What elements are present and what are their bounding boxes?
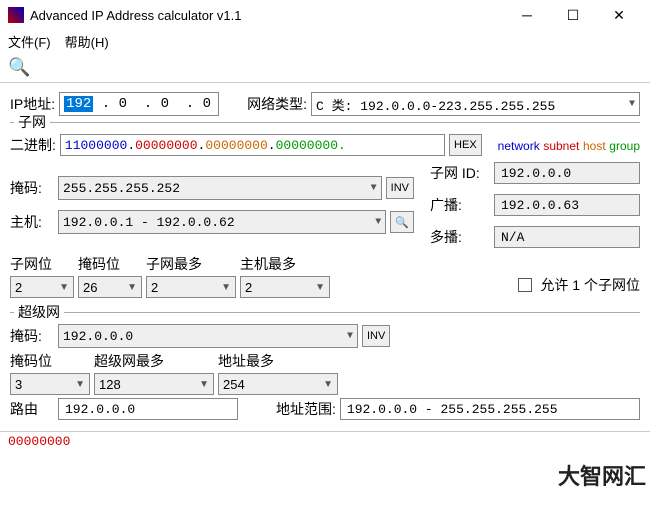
super-maskbits-select[interactable]: 3▼ (10, 373, 90, 395)
status-text: 00000000 (8, 434, 70, 449)
chevron-down-icon: ▼ (75, 379, 85, 390)
super-max-select[interactable]: 128▼ (94, 373, 214, 395)
super-addr-select[interactable]: 254▼ (218, 373, 338, 395)
subnetid-value: 192.0.0.0 (494, 162, 640, 184)
menu-file[interactable]: 文件(F) (8, 32, 51, 51)
subnet-bits-label: 子网位 (10, 254, 74, 274)
search-icon: 🔍 (395, 216, 409, 229)
ip-oct3[interactable]: 0 (161, 96, 169, 112)
ip-input[interactable]: 192 . 0 . 0 . 0 (59, 92, 219, 116)
broadcast-label: 广播: (430, 195, 490, 215)
maximize-button[interactable]: ☐ (550, 0, 596, 30)
multicast-value: N/A (494, 226, 640, 248)
subnetid-label: 子网 ID: (430, 163, 490, 183)
mask-label: 掩码: (10, 178, 54, 198)
chevron-down-icon: ▼ (315, 282, 325, 293)
addr-range-label: 地址范围: (276, 399, 336, 419)
chevron-down-icon: ▼ (375, 217, 381, 228)
ip-oct2[interactable]: 0 (119, 96, 127, 112)
lookup-button[interactable]: 🔍 (390, 211, 414, 233)
chevron-down-icon: ▼ (59, 282, 69, 293)
hex-button[interactable]: HEX (449, 134, 482, 156)
route-value: 192.0.0.0 (58, 398, 238, 420)
addr-range-value: 192.0.0.0 - 255.255.255.255 (340, 398, 640, 420)
chevron-down-icon: ▼ (221, 282, 231, 293)
statusbar: 00000000 (0, 431, 650, 451)
super-mask-select[interactable]: 192.0.0.0 ▼ (58, 324, 358, 348)
supernet-legend: 超级网 (14, 302, 64, 322)
ip-label: IP地址: (10, 94, 55, 114)
super-maskbits-label: 掩码位 (10, 351, 90, 371)
minimize-button[interactable]: ─ (504, 0, 550, 30)
super-mask-label: 掩码: (10, 326, 54, 346)
chevron-down-icon: ▼ (323, 379, 333, 390)
allow-checkbox[interactable] (518, 278, 532, 292)
chevron-down-icon: ▼ (629, 99, 635, 110)
broadcast-value: 192.0.0.63 (494, 194, 640, 216)
mask-select[interactable]: 255.255.255.252 ▼ (58, 176, 382, 200)
super-max-label: 超级网最多 (94, 351, 214, 371)
color-legend: network subnet host group (498, 138, 640, 153)
chevron-down-icon: ▼ (347, 331, 353, 342)
max-subnets-label: 子网最多 (146, 254, 236, 274)
watermark: 大智网汇 (558, 459, 646, 491)
binary-display: 11000000.00000000.00000000.00000000. (60, 134, 445, 156)
ip-oct4[interactable]: 0 (203, 96, 211, 112)
host-label: 主机: (10, 212, 54, 232)
max-hosts-select[interactable]: 2▼ (240, 276, 330, 298)
max-subnets-select[interactable]: 2▼ (146, 276, 236, 298)
toolbar: 🔍 (0, 53, 650, 83)
menubar: 文件(F) 帮助(H) (0, 30, 650, 53)
nettype-label: 网络类型: (247, 94, 307, 114)
allow-checkbox-row[interactable]: 允许 1 个子网位 (518, 275, 640, 295)
allow-label: 允许 1 个子网位 (540, 275, 640, 295)
app-icon (8, 7, 24, 23)
super-inv-button[interactable]: INV (362, 325, 390, 347)
mask-bits-label: 掩码位 (78, 254, 142, 274)
nettype-select[interactable]: C 类: 192.0.0.0-223.255.255.255 ▼ (311, 92, 640, 116)
search-icon[interactable]: 🔍 (8, 57, 30, 77)
multicast-label: 多播: (430, 227, 490, 247)
chevron-down-icon: ▼ (371, 183, 377, 194)
menu-help[interactable]: 帮助(H) (65, 32, 109, 51)
max-hosts-label: 主机最多 (240, 254, 330, 274)
inv-button[interactable]: INV (386, 177, 414, 199)
chevron-down-icon: ▼ (127, 282, 137, 293)
binary-label: 二进制: (10, 135, 56, 155)
chevron-down-icon: ▼ (199, 379, 209, 390)
close-button[interactable]: ✕ (596, 0, 642, 30)
super-addr-label: 地址最多 (218, 351, 338, 371)
host-select[interactable]: 192.0.0.1 - 192.0.0.62 ▼ (58, 210, 386, 234)
subnet-bits-select[interactable]: 2▼ (10, 276, 74, 298)
window-title: Advanced IP Address calculator v1.1 (30, 8, 504, 23)
mask-bits-select[interactable]: 26▼ (78, 276, 142, 298)
subnet-legend: 子网 (14, 112, 50, 132)
ip-oct1[interactable]: 192 (64, 96, 93, 112)
titlebar: Advanced IP Address calculator v1.1 ─ ☐ … (0, 0, 650, 30)
route-label: 路由 (10, 399, 54, 419)
